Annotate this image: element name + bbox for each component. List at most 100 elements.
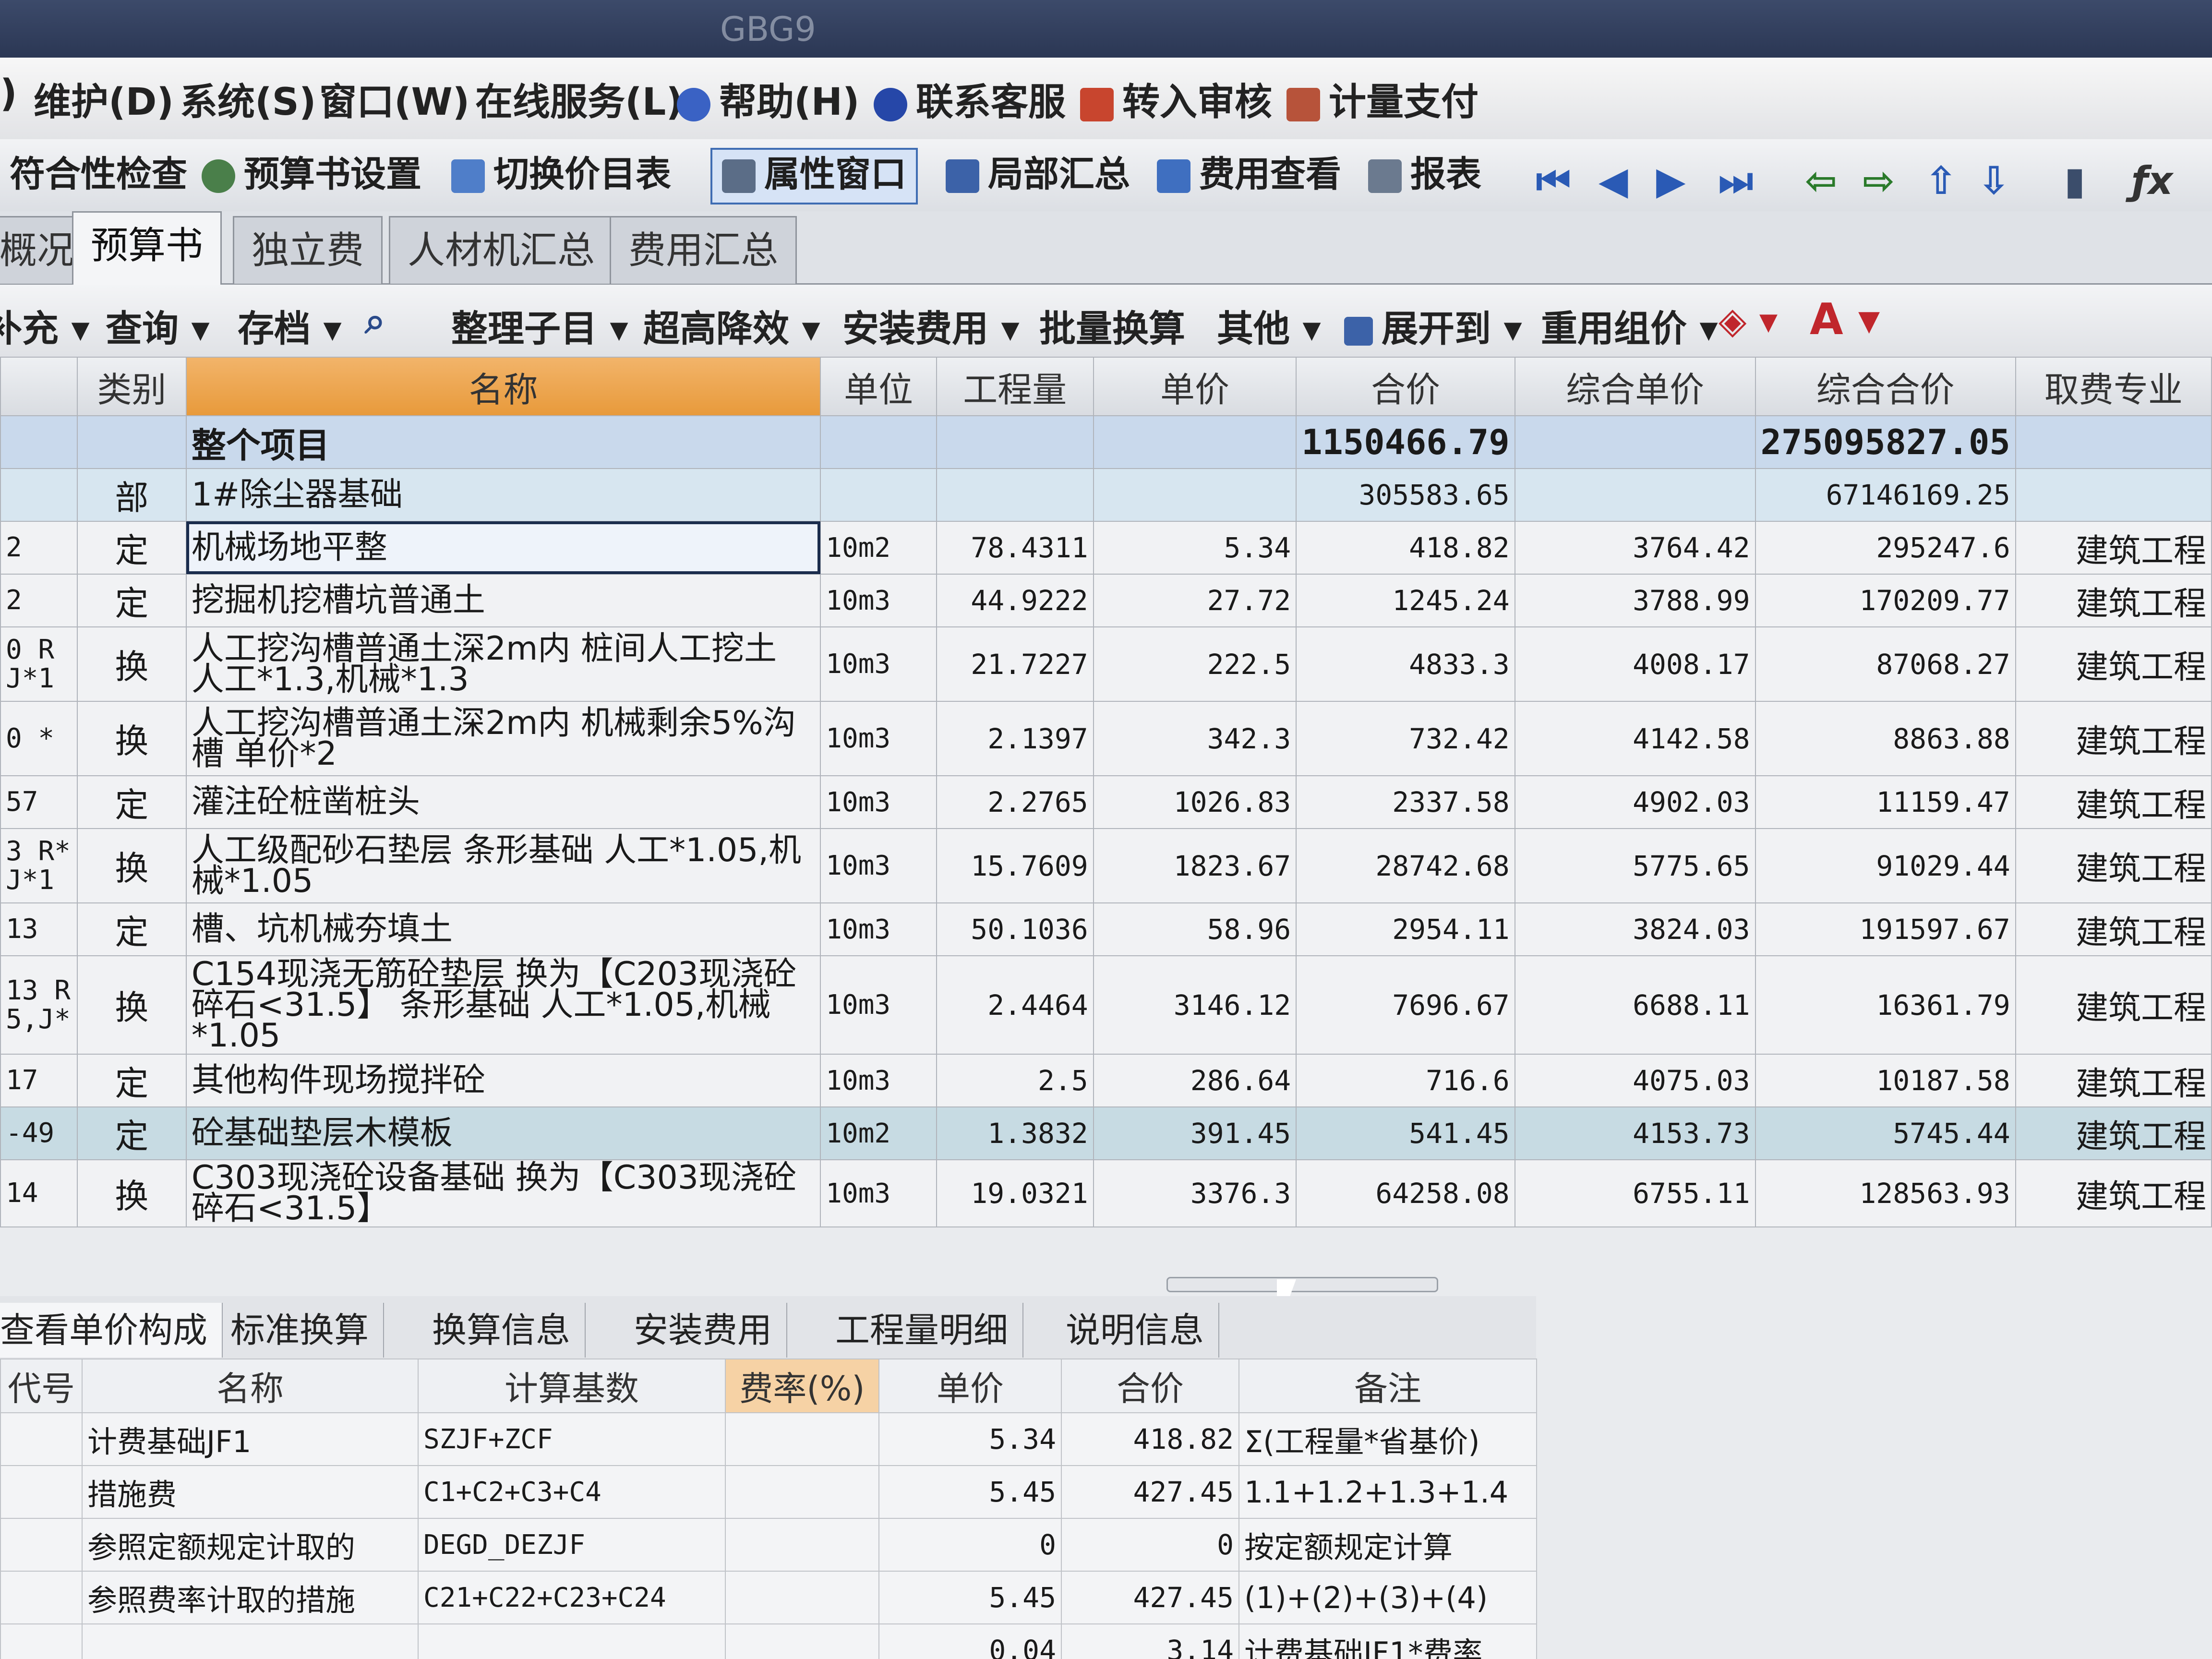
tab-conversion-info[interactable]: 换算信息 [418,1303,586,1358]
prev-record-icon[interactable]: ◀ [1599,158,1628,203]
row-qty[interactable]: 1.3832 [936,1106,1094,1160]
last-record-icon[interactable]: ⏭ [1719,158,1753,204]
col-price-header[interactable]: 单价 [1093,357,1297,416]
part-name[interactable]: 1#除尘器基础 [185,468,821,522]
row-name[interactable]: 人工挖沟槽普通土深2m内 机械剩余5%沟槽 单价*2 [185,701,821,776]
project-name[interactable]: 整个项目 [185,415,821,469]
fee-view-button[interactable]: 费用查看 [1157,148,1341,201]
col-category-header[interactable]: 类别 [76,357,187,416]
menu-item-payment[interactable]: 计量支付 [1286,72,1479,126]
row-qty[interactable]: 44.9222 [936,574,1094,627]
detail-rate[interactable] [725,1623,879,1659]
query-dropdown[interactable]: 查询 ▾ [106,299,210,352]
row-qty[interactable]: 50.1036 [936,902,1094,956]
tab-budget[interactable]: 预算书 [72,211,222,285]
table-row[interactable]: 2 定机械场地平整 10m2 78.4311 5.34 418.82 3764.42 2952… [0,521,2212,575]
next-record-icon[interactable]: ▶ [1656,158,1686,203]
menu-item-window[interactable]: 窗口(W) [319,72,469,126]
detail-row[interactable]: 措施费 C1+C2+C3+C4 5.45 427.45 1.1+1.2+1.3+1.4 [0,1465,1537,1519]
menu-item-partial[interactable]: ) [0,72,17,115]
table-row[interactable]: 13 定槽、坑机械夯填土 10m3 50.1036 58.96 2954.11 3824.0… [0,902,2212,956]
col-qty-header[interactable]: 工程量 [936,357,1094,416]
detail-row[interactable]: 计费基础JF1 SZJF+ZCF 5.34 418.82 Σ(工程量*省基价) [0,1412,1537,1466]
tab-description[interactable]: 说明信息 [1051,1303,1220,1358]
table-row[interactable]: 14 换 C303现浇砼设备基础 换为【C303现浇砼碎石<31.5】 10m3 19.… [0,1159,2212,1227]
compliance-check-button[interactable]: 符合性检查 [10,148,187,201]
row-name[interactable]: 灌注砼桩凿桩头 [185,775,821,829]
row-name[interactable]: 槽、坑机械夯填土 [185,902,821,956]
fill-color-icon[interactable]: ◈ ▾ [1719,299,1778,342]
detail-name[interactable]: 参照费率计取的措施 [82,1571,419,1624]
detail-name-header[interactable]: 名称 [82,1358,419,1413]
table-row[interactable]: 0 * 换人工挖沟槽普通土深2m内 机械剩余5%沟槽 单价*2 10m3 2.1397… [0,701,2212,776]
col-unit-header[interactable]: 单位 [820,357,937,416]
table-row[interactable]: 2 定挖掘机挖槽坑普通土 10m3 44.9222 27.72 1245.24 3788.9… [0,574,2212,627]
detail-base[interactable]: C21+C22+C23+C24 [418,1571,726,1624]
menu-item-online-service[interactable]: 在线服务(L) [475,72,683,126]
detail-base[interactable] [418,1623,726,1659]
archive-dropdown[interactable]: 存档 ▾ [238,299,342,352]
detail-rate[interactable] [725,1518,879,1572]
table-row[interactable]: 0 R J*1 换人工挖沟槽普通土深2m内 桩间人工挖土 人工*1.3,机械*1.… [0,626,2212,702]
table-row[interactable]: 57 定灌注砼桩凿桩头 10m3 2.2765 1026.83 2337.58 4902.0… [0,775,2212,829]
tab-unit-price-composition[interactable]: 查看单价构成 [0,1303,223,1358]
col-comp-price-header[interactable]: 综合单价 [1514,357,1756,416]
row-name[interactable]: 挖掘机挖槽坑普通土 [185,574,821,627]
partial-summary-button[interactable]: 局部汇总 [946,148,1130,201]
arrow-up-icon[interactable]: ⇧ [1925,158,1957,203]
font-color-icon[interactable]: A ▾ [1810,294,1880,345]
detail-rate[interactable] [725,1571,879,1624]
detail-rate[interactable] [725,1412,879,1466]
supplement-dropdown[interactable]: 补充 ▾ [0,299,90,352]
table-row[interactable]: 13 R 5,J* 换 C154现浇无筋砼垫层 换为【C203现浇砼碎石<31.5】… [0,955,2212,1055]
row-qty[interactable]: 2.4464 [936,955,1094,1055]
detail-row[interactable]: 参照定额规定计取的 DEGD_DEZJF 0 0 按定额规定计算 [0,1518,1537,1572]
arrow-left-icon[interactable]: ⇦ [1805,158,1837,203]
table-row[interactable]: -49 定砼基础垫层木模板 10m2 1.3832 391.45 541.45 4153.7… [0,1106,2212,1160]
tab-quantity-detail[interactable]: 工程量明细 [821,1303,1024,1358]
height-reduce-dropdown[interactable]: 超高降效 ▾ [643,299,820,352]
tab-independent-fee[interactable]: 独立费 [233,216,383,284]
detail-base[interactable]: DEGD_DEZJF [418,1518,726,1572]
row-name[interactable]: 其他构件现场搅拌砼 [185,1054,821,1107]
binoculars-icon[interactable]: ⌕ [365,299,385,343]
detail-name[interactable] [82,1623,419,1659]
menu-item-maintain[interactable]: 维护(D) [34,72,174,126]
detail-rate[interactable] [725,1465,879,1519]
row-name[interactable]: 人工级配砂石垫层 条形基础 人工*1.05,机械*1.05 [185,828,821,903]
detail-price-header[interactable]: 单价 [878,1358,1062,1413]
menu-item-system[interactable]: 系统(S) [180,72,316,126]
switch-price-button[interactable]: 切换价目表 [451,148,671,201]
menu-item-contact[interactable]: 联系客服 [874,72,1066,126]
detail-row[interactable]: 0.04 3.14 计费基础JF1*费率 [0,1623,1537,1659]
detail-code-header[interactable]: 代号 [0,1358,83,1413]
row-qty[interactable]: 2.1397 [936,701,1094,776]
project-row[interactable]: 整个项目 1150466.79 275095827.05 [0,415,2212,469]
detail-total-header[interactable]: 合价 [1061,1358,1239,1413]
row-qty[interactable]: 2.5 [936,1054,1094,1107]
tab-fee-summary[interactable]: 费用汇总 [610,216,797,284]
row-name[interactable]: 人工挖沟槽普通土深2m内 桩间人工挖土 人工*1.3,机械*1.3 [185,626,821,702]
function-icon[interactable]: ƒx [2131,158,2173,203]
horizontal-scrollbar[interactable] [1166,1277,1438,1292]
col-spec-header[interactable]: 取费专业 [2015,357,2212,416]
organize-dropdown[interactable]: 整理子目 ▾ [451,299,628,352]
detail-base-header[interactable]: 计算基数 [418,1358,726,1413]
detail-base[interactable]: SZJF+ZCF [418,1412,726,1466]
batch-convert-button[interactable]: 批量换算 [1039,299,1185,352]
row-name[interactable]: C154现浇无筋砼垫层 换为【C203现浇砼碎石<31.5】 条形基础 人工*1… [185,955,821,1055]
report-button[interactable]: 报表 [1368,148,1481,201]
col-total-header[interactable]: 合价 [1296,357,1515,416]
detail-name[interactable]: 参照定额规定计取的 [82,1518,419,1572]
menu-item-audit[interactable]: 转入审核 [1080,72,1272,126]
property-window-button[interactable]: 属性窗口 [710,148,918,204]
row-name[interactable]: C303现浇砼设备基础 换为【C303现浇砼碎石<31.5】 [185,1159,821,1227]
arrow-down-icon[interactable]: ⇩ [1978,158,2010,203]
first-record-icon[interactable]: ⏮ [1536,158,1571,204]
detail-name[interactable]: 措施费 [82,1465,419,1519]
table-row[interactable]: 3 R* J*1 换人工级配砂石垫层 条形基础 人工*1.05,机械*1.05 10… [0,828,2212,903]
detail-rate-header[interactable]: 费率(%) [725,1358,879,1413]
row-name[interactable]: 砼基础垫层木模板 [185,1106,821,1160]
arrow-right-icon[interactable]: ⇨ [1863,158,1895,203]
col-comp-total-header[interactable]: 综合合价 [1755,357,2016,416]
